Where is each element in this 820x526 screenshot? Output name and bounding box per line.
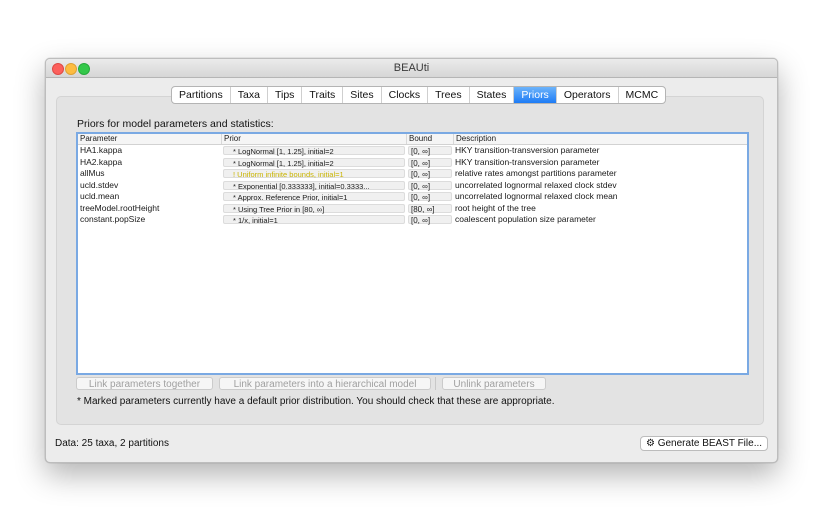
- gear-icon: ⚙: [645, 438, 655, 449]
- description-cell: HKY transition-transversion parameter: [455, 145, 600, 155]
- window-title: BEAUti: [393, 62, 430, 74]
- bound-cell[interactable]: [0, ∞]: [408, 215, 452, 225]
- tab-bar: Partitions Taxa Tips Traits Sites Clocks…: [171, 86, 667, 104]
- default-prior-note: * Marked parameters currently have a def…: [77, 396, 555, 407]
- button-separator: [435, 377, 436, 390]
- description-cell: root height of the tree: [455, 202, 536, 213]
- column-header-description[interactable]: Description: [454, 134, 747, 144]
- prior-cell-button[interactable]: * 1/x, initial=1: [223, 215, 405, 225]
- priors-table: Parameter Prior Bound Description HA1.ka…: [76, 132, 749, 375]
- prior-cell-button[interactable]: * LogNormal [1, 1.25], initial=2: [223, 146, 405, 156]
- link-parameters-button[interactable]: Link parameters together: [76, 377, 213, 390]
- bound-cell[interactable]: [0, ∞]: [408, 157, 452, 168]
- tab-sites[interactable]: Sites: [343, 87, 382, 103]
- parameter-cell: allMus: [80, 168, 105, 178]
- generate-button-label: Generate BEAST File...: [657, 438, 763, 449]
- unlink-parameters-button[interactable]: Unlink parameters: [442, 377, 546, 390]
- table-row[interactable]: HA1.kappa * LogNormal [1, 1.25], initial=…: [78, 145, 747, 157]
- beauti-window: BEAUti Partitions Taxa Tips Traits Sites…: [45, 58, 778, 463]
- table-row[interactable]: constant.popSize * 1/x, initial=1 [0, ∞] co…: [78, 214, 747, 226]
- description-cell: relative rates amongst partitions parame…: [455, 168, 617, 178]
- bound-cell[interactable]: [80, ∞]: [408, 203, 452, 214]
- table-row[interactable]: ucld.stdev * Exponential [0.333333], init…: [78, 180, 747, 192]
- prior-cell-button[interactable]: * Using Tree Prior in [80, ∞]: [223, 203, 405, 214]
- column-header-prior[interactable]: Prior: [222, 134, 407, 144]
- data-status: Data: 25 taxa, 2 partitions: [55, 438, 169, 449]
- tab-tips[interactable]: Tips: [268, 87, 303, 103]
- link-hierarchical-button[interactable]: Link parameters into a hierarchical mode…: [219, 377, 431, 390]
- description-cell: uncorrelated lognormal relaxed clock std…: [455, 179, 617, 190]
- bound-cell[interactable]: [0, ∞]: [408, 146, 452, 156]
- parameter-cell: HA1.kappa: [80, 145, 123, 155]
- title-bar: BEAUti: [46, 59, 777, 78]
- table-row[interactable]: treeModel.rootHeight * Using Tree Prior i…: [78, 203, 747, 215]
- description-cell: uncorrelated lognormal relaxed clock mea…: [455, 191, 618, 201]
- description-cell: HKY transition-transversion parameter: [455, 156, 600, 167]
- bound-cell[interactable]: [0, ∞]: [408, 180, 452, 191]
- table-row[interactable]: allMus ! Uniform infinite bounds, initial…: [78, 168, 747, 180]
- tab-trees[interactable]: Trees: [428, 87, 470, 103]
- prior-cell-button[interactable]: * LogNormal [1, 1.25], initial=2: [223, 157, 405, 168]
- tab-states[interactable]: States: [470, 87, 515, 103]
- description-cell: coalescent population size parameter: [455, 214, 596, 224]
- parameter-cell: treeModel.rootHeight: [80, 202, 160, 213]
- parameter-cell: ucld.mean: [80, 191, 120, 201]
- column-header-bound[interactable]: Bound: [407, 134, 454, 144]
- bound-cell[interactable]: [0, ∞]: [408, 169, 452, 179]
- prior-cell-button[interactable]: * Exponential [0.333333], initial=0.3333…: [223, 180, 405, 191]
- parameter-cell: ucld.stdev: [80, 179, 119, 190]
- column-header-parameter[interactable]: Parameter: [78, 134, 222, 144]
- bound-cell[interactable]: [0, ∞]: [408, 192, 452, 202]
- prior-cell-button[interactable]: * Approx. Reference Prior, initial=1: [223, 192, 405, 202]
- tab-operators[interactable]: Operators: [557, 87, 619, 103]
- tab-priors[interactable]: Priors: [514, 87, 557, 103]
- tab-mcmc[interactable]: MCMC: [619, 87, 666, 103]
- tab-traits[interactable]: Traits: [302, 87, 344, 103]
- table-header: Parameter Prior Bound Description: [78, 134, 747, 145]
- table-row[interactable]: HA2.kappa * LogNormal [1, 1.25], initial=…: [78, 157, 747, 169]
- tab-taxa[interactable]: Taxa: [231, 87, 268, 103]
- parameter-cell: constant.popSize: [80, 214, 146, 224]
- table-row[interactable]: ucld.mean * Approx. Reference Prior, init…: [78, 191, 747, 203]
- priors-heading: Priors for model parameters and statisti…: [77, 118, 274, 130]
- prior-cell-button[interactable]: ! Uniform infinite bounds, initial=1: [223, 169, 405, 179]
- parameter-cell: HA2.kappa: [80, 156, 123, 167]
- generate-beast-file-button[interactable]: ⚙ Generate BEAST File...: [640, 436, 768, 451]
- tab-partitions[interactable]: Partitions: [172, 87, 231, 103]
- tab-clocks[interactable]: Clocks: [382, 87, 429, 103]
